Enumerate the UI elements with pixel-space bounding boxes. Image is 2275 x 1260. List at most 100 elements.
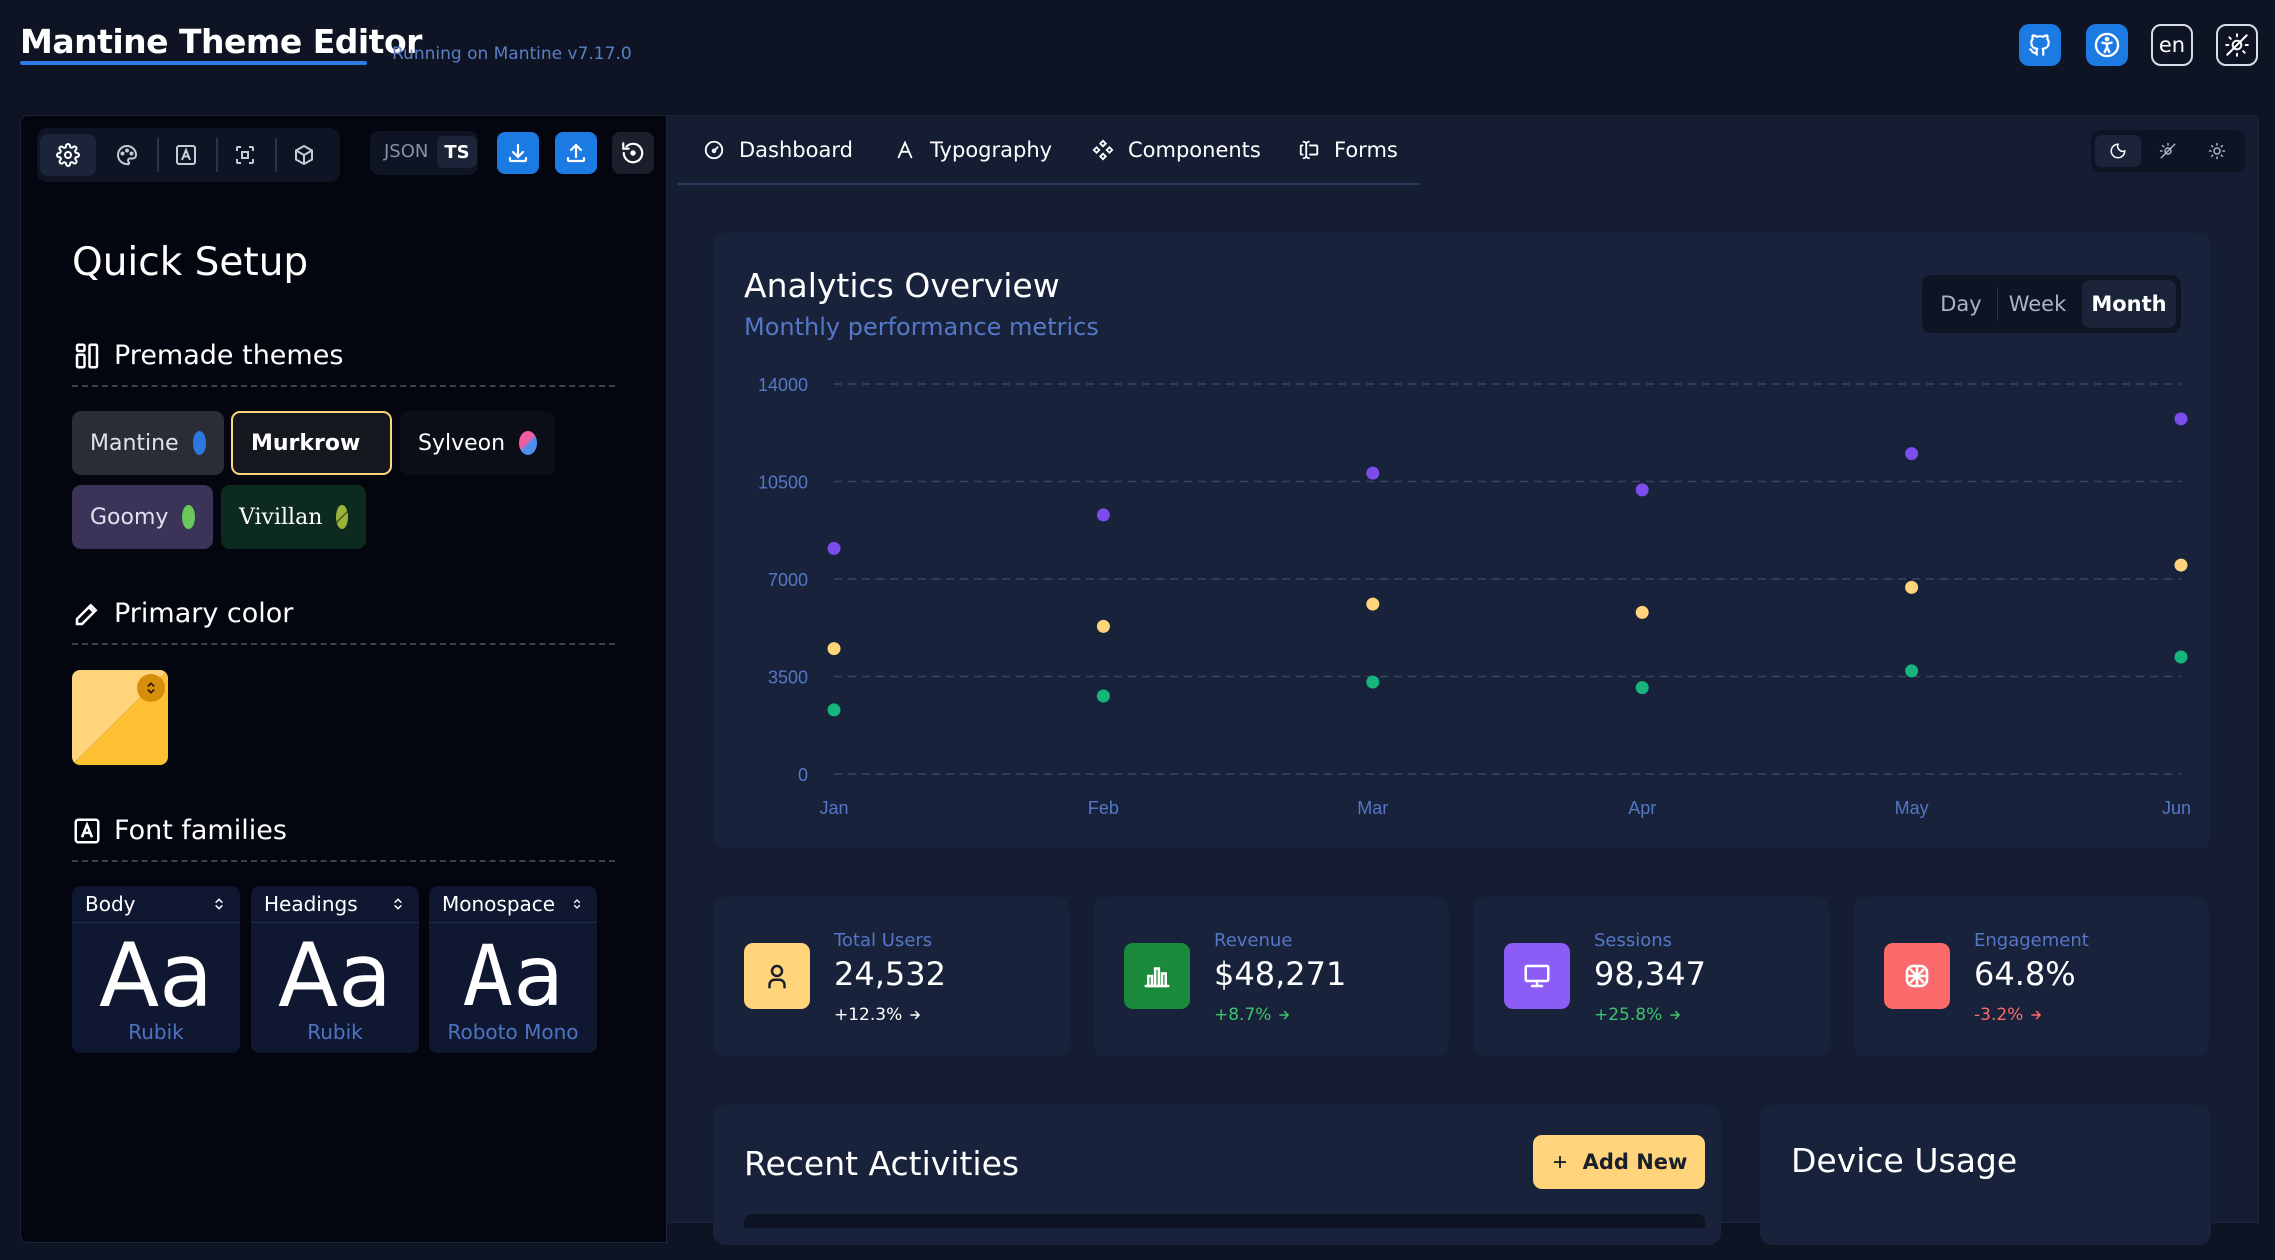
data-point: [1096, 508, 1110, 522]
theme-swatch: [519, 431, 537, 455]
components-tool[interactable]: [276, 134, 332, 176]
analytics-subtitle: Monthly performance metrics: [744, 313, 1099, 341]
cookie-icon: [1905, 964, 1929, 988]
data-point: [1635, 483, 1649, 497]
font-select[interactable]: Monospace: [429, 886, 597, 923]
layout-icon: [75, 343, 99, 368]
github-icon: [2029, 34, 2050, 56]
palette-icon: [117, 145, 138, 166]
light-mode-option[interactable]: [2194, 135, 2240, 167]
stat-label: Total Users: [834, 930, 933, 951]
reset-icon: [622, 142, 644, 164]
font-card-body[interactable]: Body Aa Rubik: [72, 886, 240, 1053]
font-sample: Aa: [277, 924, 393, 1027]
analytics-title: Analytics Overview: [744, 266, 1060, 305]
theme-name: Mantine: [90, 430, 179, 456]
moon-icon: [2110, 143, 2126, 159]
github-button[interactable]: [2019, 24, 2061, 66]
forms-icon: [1299, 140, 1319, 160]
font-select-label: Monospace: [442, 892, 556, 916]
font-families-heading: Font families: [72, 815, 287, 846]
selector-icon: [394, 898, 402, 910]
stat-value: $48,271: [1214, 955, 1347, 993]
color-scheme-button[interactable]: [2216, 24, 2258, 66]
x-tick-label: Feb: [1088, 798, 1119, 818]
stat-icon-box: [1124, 943, 1190, 1009]
arrow-right-icon: [1279, 1010, 1290, 1020]
tab-dashboard[interactable]: Dashboard: [703, 138, 853, 162]
sun-icon: [2208, 142, 2226, 160]
stat-value: 98,347: [1594, 955, 1706, 993]
palette-tool[interactable]: [99, 134, 155, 176]
monitor-icon: [1524, 964, 1550, 988]
stat-change-value: +12.3%: [834, 1005, 903, 1025]
auto-mode-option[interactable]: [2145, 135, 2191, 167]
data-point: [1905, 664, 1919, 678]
stat-change-value: +25.8%: [1594, 1005, 1663, 1025]
auto-theme-icon: [2225, 33, 2249, 57]
download-button[interactable]: [497, 132, 539, 174]
tab-typography[interactable]: Typography: [894, 138, 1052, 162]
theme-chip-sylveon[interactable]: Sylveon: [400, 411, 555, 475]
x-tick-label: Mar: [1357, 798, 1388, 818]
period-day[interactable]: Day: [1929, 280, 1993, 328]
theme-swatch: [182, 505, 195, 529]
accessibility-button[interactable]: [2086, 24, 2128, 66]
typography-tool[interactable]: [158, 134, 214, 176]
device-usage-title: Device Usage: [1791, 1141, 2018, 1180]
stat-icon-box: [1504, 943, 1570, 1009]
y-tick-label: 14000: [758, 375, 808, 395]
font-select[interactable]: Headings: [251, 886, 419, 923]
activities-table: [744, 1214, 1705, 1228]
components-icon: [1092, 139, 1114, 161]
stat-value: 64.8%: [1974, 955, 2076, 993]
theme-chip-goomy[interactable]: Goomy: [72, 485, 213, 549]
data-point: [1096, 619, 1110, 633]
stat-value: 24,532: [834, 955, 946, 993]
data-point: [1366, 466, 1380, 480]
x-tick-label: Jan: [819, 798, 848, 818]
tab-label: Dashboard: [739, 138, 853, 162]
x-tick-label: Jun: [2162, 798, 2191, 818]
theme-chip-mantine[interactable]: Mantine: [72, 411, 224, 475]
period-week[interactable]: Week: [1999, 280, 2076, 328]
theme-chip-vivillan[interactable]: Vivillan: [221, 485, 366, 549]
user-icon: [768, 964, 786, 989]
settings-tool[interactable]: [40, 134, 96, 176]
stat-icon-box: [744, 943, 810, 1009]
stat-label: Engagement: [1974, 930, 2089, 951]
spacing-tool[interactable]: [217, 134, 273, 176]
arrow-right-icon: [2031, 1010, 2042, 1020]
analytics-chart: 0 3500 7000 10500 14000 Jan Feb Mar Apr May Jun: [758, 375, 2191, 818]
dark-mode-option[interactable]: [2095, 135, 2141, 167]
selector-icon: [573, 899, 581, 909]
theme-chip-murkrow[interactable]: Murkrow: [231, 411, 392, 475]
upload-button[interactable]: [555, 132, 597, 174]
tab-label: Components: [1128, 138, 1261, 162]
tab-components[interactable]: Components: [1092, 138, 1261, 162]
font-family-name: Roboto Mono: [447, 1020, 579, 1044]
period-month[interactable]: Month: [2082, 280, 2176, 328]
ts-option[interactable]: TS: [437, 136, 477, 168]
reset-button[interactable]: [612, 132, 654, 174]
section-divider: [72, 860, 615, 862]
font-family-name: Rubik: [128, 1020, 184, 1044]
add-new-button[interactable]: Add New: [1533, 1135, 1705, 1189]
x-tick-label: May: [1895, 798, 1929, 818]
premade-themes-label: Premade themes: [114, 340, 344, 371]
y-tick-label: 0: [798, 765, 808, 785]
font-select[interactable]: Body: [72, 886, 240, 923]
spacing-icon: [236, 146, 254, 164]
tab-forms[interactable]: Forms: [1298, 138, 1398, 162]
theme-name: Sylveon: [418, 430, 506, 456]
title-underline: [20, 61, 367, 65]
y-tick-label: 7000: [768, 570, 808, 590]
primary-color-label: Primary color: [114, 598, 294, 629]
letter-a-box-icon: [74, 818, 100, 843]
font-card-monospace[interactable]: Monospace Aa Roboto Mono: [429, 886, 597, 1053]
json-option[interactable]: JSON: [384, 141, 428, 162]
pencil-icon: [75, 602, 98, 625]
language-button[interactable]: en: [2151, 24, 2193, 66]
font-card-headings[interactable]: Headings Aa Rubik: [251, 886, 419, 1053]
primary-color-picker-toggle[interactable]: [137, 674, 165, 702]
